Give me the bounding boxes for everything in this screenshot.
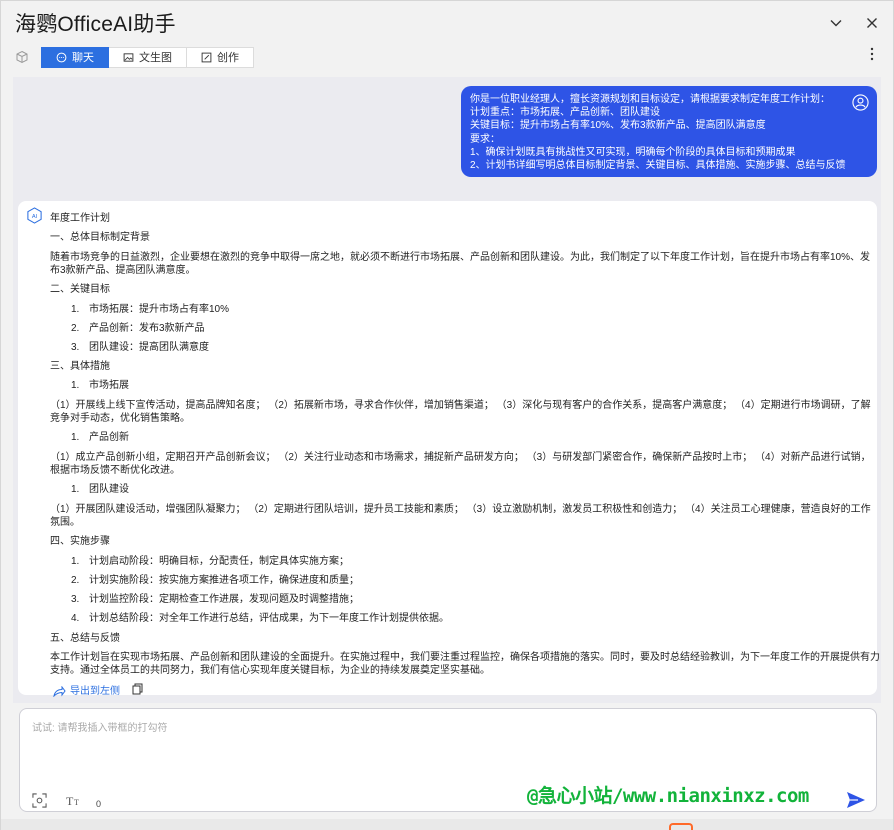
response-actions: 导出到左侧 [53, 683, 143, 699]
tab-chat[interactable]: 聊天 [41, 46, 109, 68]
section-heading: 二、关键目标 [50, 284, 110, 295]
section-body: （1）开展线上线下宣传活动，提高品牌知名度； （2）拓展新市场，寻求合作伙伴，增… [50, 400, 871, 424]
section-heading: 一、总体目标制定背景 [50, 232, 150, 243]
section-body: （1）开展团队建设活动，增强团队凝聚力； （2）定期进行团队培训，提升员工技能和… [50, 504, 871, 528]
list-item: 3. 计划监控阶段：定期检查工作进展，发现问题及时调整措施； [71, 594, 359, 605]
list-item: 2. 计划实施阶段：按实施方案推进各项工作，确保进度和质量； [71, 575, 359, 586]
copy-icon[interactable] [132, 683, 143, 699]
window-controls [829, 16, 879, 30]
export-label: 导出到左侧 [70, 685, 120, 697]
user-message-line: 2、计划书详细写明总体目标制定背景、关键目标、具体措施、实施步骤、总结与反馈 [470, 160, 846, 172]
section-body: 随着市场竞争的日益激烈，企业要想在激烈的竞争中取得一席之地，就必须不断进行市场拓… [50, 252, 871, 276]
screenshot-icon[interactable] [32, 793, 47, 813]
ai-logo-icon: AI [26, 207, 43, 224]
message-input[interactable] [32, 719, 862, 779]
send-icon [847, 792, 865, 808]
section-body: 本工作计划旨在实现市场拓展、产品创新和团队建设的全面提升。在实施过程中，我们要注… [50, 652, 880, 676]
user-message-bubble: 你是一位职业经理人，擅长资源规划和目标设定，请根据要求制定年度工作计划： 计划重… [461, 86, 877, 177]
taskbar-app-icon[interactable] [669, 823, 693, 830]
ai-response-card: AI 年度工作计划 一、总体目标制定背景 随着市场竞争的日益激烈，企业要想在激烈… [18, 201, 880, 697]
chat-icon [56, 52, 67, 62]
close-icon[interactable] [865, 16, 879, 30]
tab-text-to-image[interactable]: 文生图 [109, 46, 187, 68]
list-item: 1. 市场拓展：提升市场占有率10% [71, 304, 230, 315]
sub-heading: 1. 团队建设 [71, 484, 129, 495]
send-button[interactable] [846, 791, 866, 814]
list-item: 4. 计划总结阶段：对全年工作进行总结，评估成果，为下一年度工作计划提供依据。 [71, 613, 449, 624]
tab-text-to-image-label: 文生图 [139, 52, 172, 64]
user-message-line: 计划重点：市场拓展、产品创新、团队建设 [470, 107, 660, 119]
tab-chat-label: 聊天 [72, 52, 94, 64]
edit-icon [201, 52, 212, 62]
list-item: 1. 计划启动阶段：明确目标，分配责任，制定具体实施方案； [71, 556, 349, 567]
export-icon [53, 685, 66, 697]
user-avatar-icon [852, 94, 869, 111]
title-bar: 海鹦OfficeAI助手 [1, 1, 893, 45]
list-item: 2. 产品创新：发布3款新产品 [71, 323, 205, 334]
section-heading: 五、总结与反馈 [50, 633, 120, 644]
user-message-line: 关键目标：提升市场占有率10%、发布3款新产品、提高团队满意度 [470, 120, 766, 132]
list-item: 3. 团队建设：提高团队满意度 [71, 342, 209, 353]
tab-create[interactable]: 创作 [187, 46, 254, 68]
sub-heading: 1. 产品创新 [71, 432, 129, 443]
section-heading: 四、实施步骤 [50, 536, 110, 547]
tab-create-label: 创作 [217, 52, 239, 64]
sub-heading: 1. 市场拓展 [71, 380, 129, 391]
image-icon [123, 52, 134, 62]
mode-toolbar: 聊天 文生图 创作 [11, 46, 254, 68]
cube-icon[interactable] [11, 46, 33, 68]
svg-text:T: T [66, 794, 74, 808]
export-button[interactable]: 导出到左侧 [53, 685, 120, 698]
svg-text:AI: AI [32, 214, 38, 220]
text-format-icon[interactable]: TT [66, 793, 82, 813]
watermark: @急心小站/www.nianxinxz.com [527, 785, 809, 807]
collapse-chevron-icon[interactable] [829, 16, 843, 30]
section-body: （1）成立产品创新小组，定期召开产品创新会议； （2）关注行业动态和市场需求，捕… [50, 452, 871, 476]
user-message-line: 要求： [470, 133, 500, 145]
chat-area[interactable]: 你是一位职业经理人，擅长资源规划和目标设定，请根据要求制定年度工作计划： 计划重… [13, 77, 881, 703]
svg-text:T: T [74, 798, 79, 807]
app-title: 海鹦OfficeAI助手 [15, 13, 176, 36]
char-count: 0 [96, 799, 102, 809]
section-heading: 三、具体措施 [50, 361, 110, 372]
user-message-line: 你是一位职业经理人，擅长资源规划和目标设定，请根据要求制定年度工作计划： [470, 94, 830, 105]
more-options-icon[interactable] [869, 47, 875, 66]
user-message-line: 1、确保计划既具有挑战性又可实现，明确每个阶段的具体目标和预期成果 [470, 146, 796, 158]
response-title: 年度工作计划 [50, 213, 110, 224]
bottom-strip [1, 819, 893, 830]
